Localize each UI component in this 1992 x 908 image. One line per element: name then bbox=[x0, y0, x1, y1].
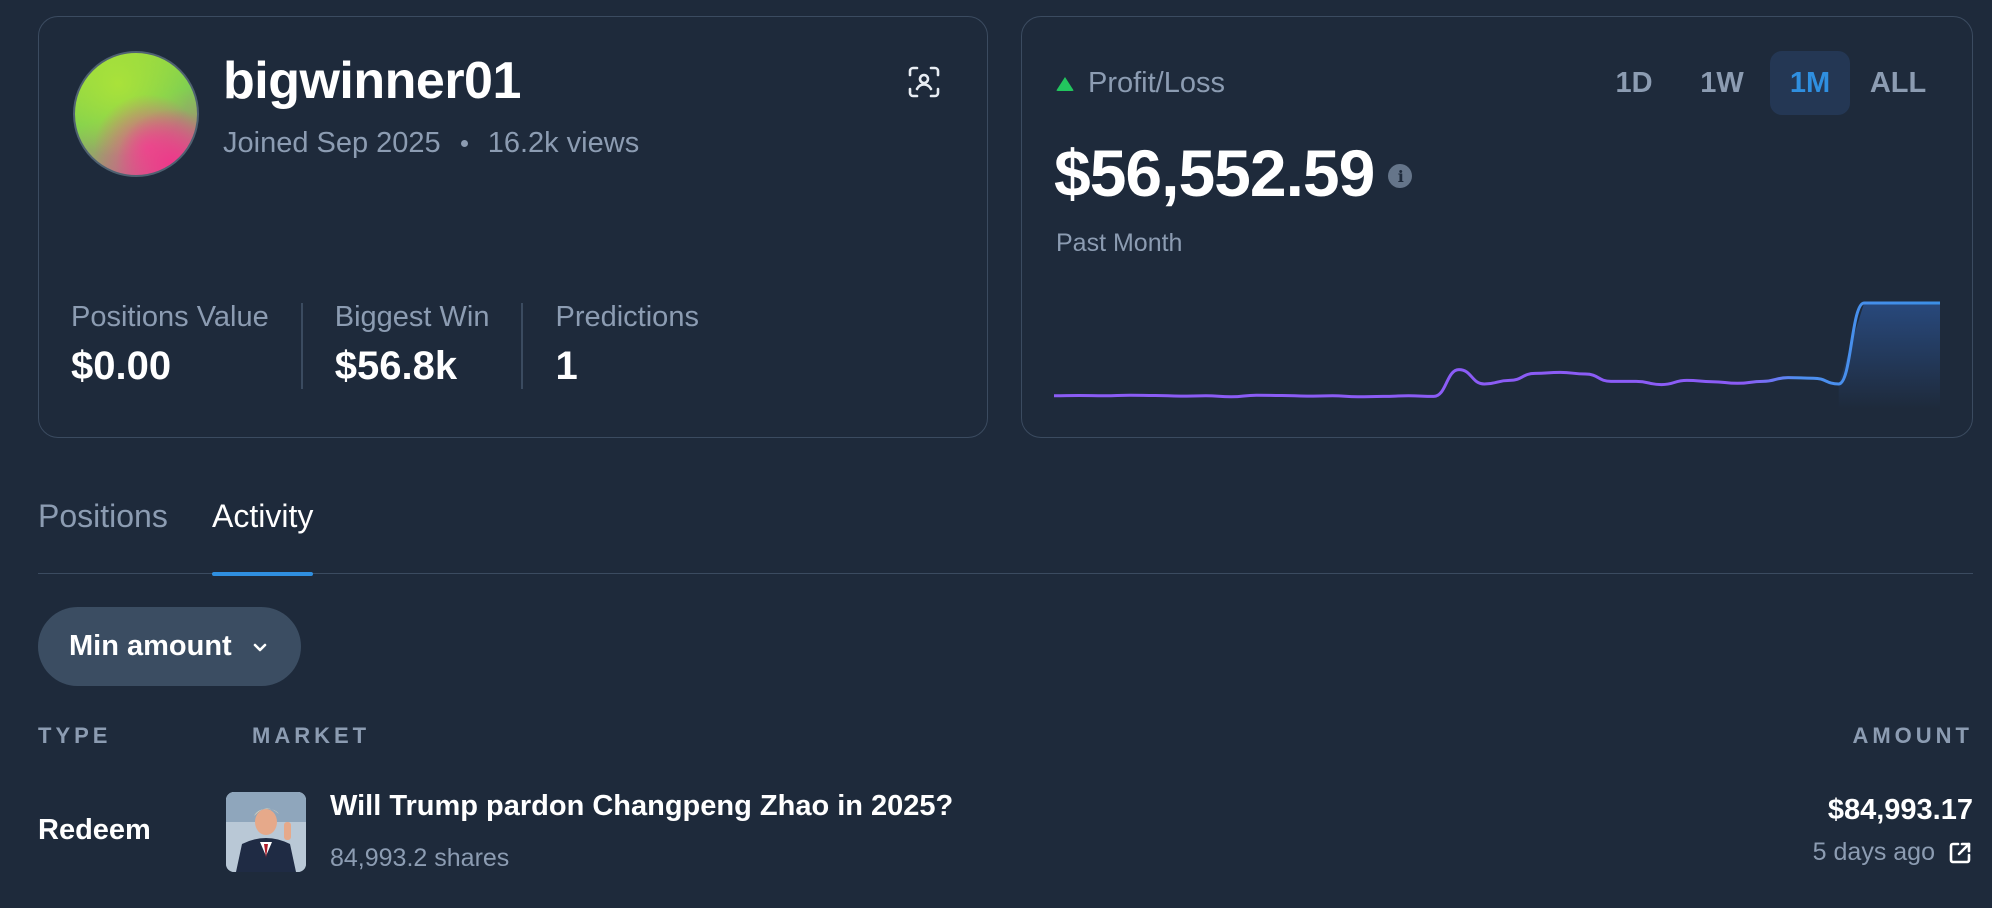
stat-label: Predictions bbox=[555, 301, 699, 333]
row-amount: $84,993.17 bbox=[1827, 794, 1973, 826]
pnl-chart bbox=[1054, 301, 1940, 409]
activity-type: Redeem bbox=[38, 814, 151, 846]
column-header-amount: AMOUNT bbox=[1852, 723, 1973, 748]
range-tab-1w[interactable]: 1W bbox=[1682, 51, 1762, 115]
view-count: 16.2k views bbox=[487, 127, 640, 159]
pnl-value-row: $56,552.59 i bbox=[1054, 135, 1413, 211]
stat-label: Positions Value bbox=[71, 301, 269, 333]
row-time: 5 days ago bbox=[1813, 838, 1973, 867]
profile-tabs: Positions Activity bbox=[38, 498, 1973, 576]
stat-value: $56.8k bbox=[334, 344, 458, 388]
range-tab-1m[interactable]: 1M bbox=[1770, 51, 1850, 115]
time-ago: 5 days ago bbox=[1812, 838, 1935, 866]
trend-up-icon bbox=[1056, 76, 1074, 91]
pnl-area bbox=[1838, 303, 1940, 409]
table-row[interactable]: Redeem Will Trump pardon Changpeng Zhao … bbox=[0, 780, 1992, 890]
market-title[interactable]: Will Trump pardon Changpeng Zhao in 2025… bbox=[330, 790, 953, 823]
info-icon[interactable]: i bbox=[1388, 164, 1413, 188]
market-thumbnail bbox=[226, 792, 306, 872]
chevron-down-icon bbox=[253, 643, 267, 651]
stat-value: 1 bbox=[555, 344, 578, 388]
pnl-header: Profit/Loss bbox=[1056, 67, 1225, 100]
profile-stats: Positions Value $0.00 Biggest Win $56.8k… bbox=[71, 301, 731, 389]
external-link-icon[interactable] bbox=[1947, 840, 1973, 866]
market-shares: 84,993.2 shares bbox=[330, 844, 510, 872]
column-header-type: TYPE bbox=[38, 723, 112, 748]
column-header-market: MARKET bbox=[252, 723, 371, 748]
filter-label: Min amount bbox=[69, 630, 232, 662]
joined-date: Joined Sep 2025 bbox=[223, 127, 441, 159]
separator-dot bbox=[460, 140, 468, 147]
range-tab-all[interactable]: ALL bbox=[1858, 51, 1938, 115]
pnl-period: Past Month bbox=[1056, 229, 1183, 257]
pnl-value: $56,552.59 bbox=[1054, 136, 1375, 210]
range-selector: 1D 1W 1M ALL bbox=[1594, 51, 1938, 115]
stat-label: Biggest Win bbox=[334, 301, 490, 333]
pnl-series-line bbox=[1054, 301, 1940, 399]
tab-activity[interactable]: Activity bbox=[212, 498, 314, 576]
profile-card: bigwinner01 Joined Sep 2025 16.2k views … bbox=[38, 16, 988, 438]
scan-profile-icon[interactable] bbox=[907, 65, 941, 99]
stat-value: $0.00 bbox=[71, 344, 172, 388]
stat-biggest-win: Biggest Win $56.8k bbox=[300, 301, 522, 389]
pnl-label: Profit/Loss bbox=[1088, 67, 1225, 99]
tab-positions[interactable]: Positions bbox=[38, 498, 168, 574]
min-amount-filter[interactable]: Min amount bbox=[38, 607, 301, 686]
profile-meta: Joined Sep 2025 16.2k views bbox=[223, 127, 639, 160]
range-tab-1d[interactable]: 1D bbox=[1594, 51, 1674, 115]
stat-positions-value: Positions Value $0.00 bbox=[71, 301, 301, 389]
stat-predictions: Predictions 1 bbox=[521, 301, 730, 389]
username: bigwinner01 bbox=[223, 52, 521, 110]
profit-loss-card: Profit/Loss 1D 1W 1M ALL $56,552.59 i Pa… bbox=[1021, 16, 1973, 438]
avatar bbox=[73, 51, 199, 177]
